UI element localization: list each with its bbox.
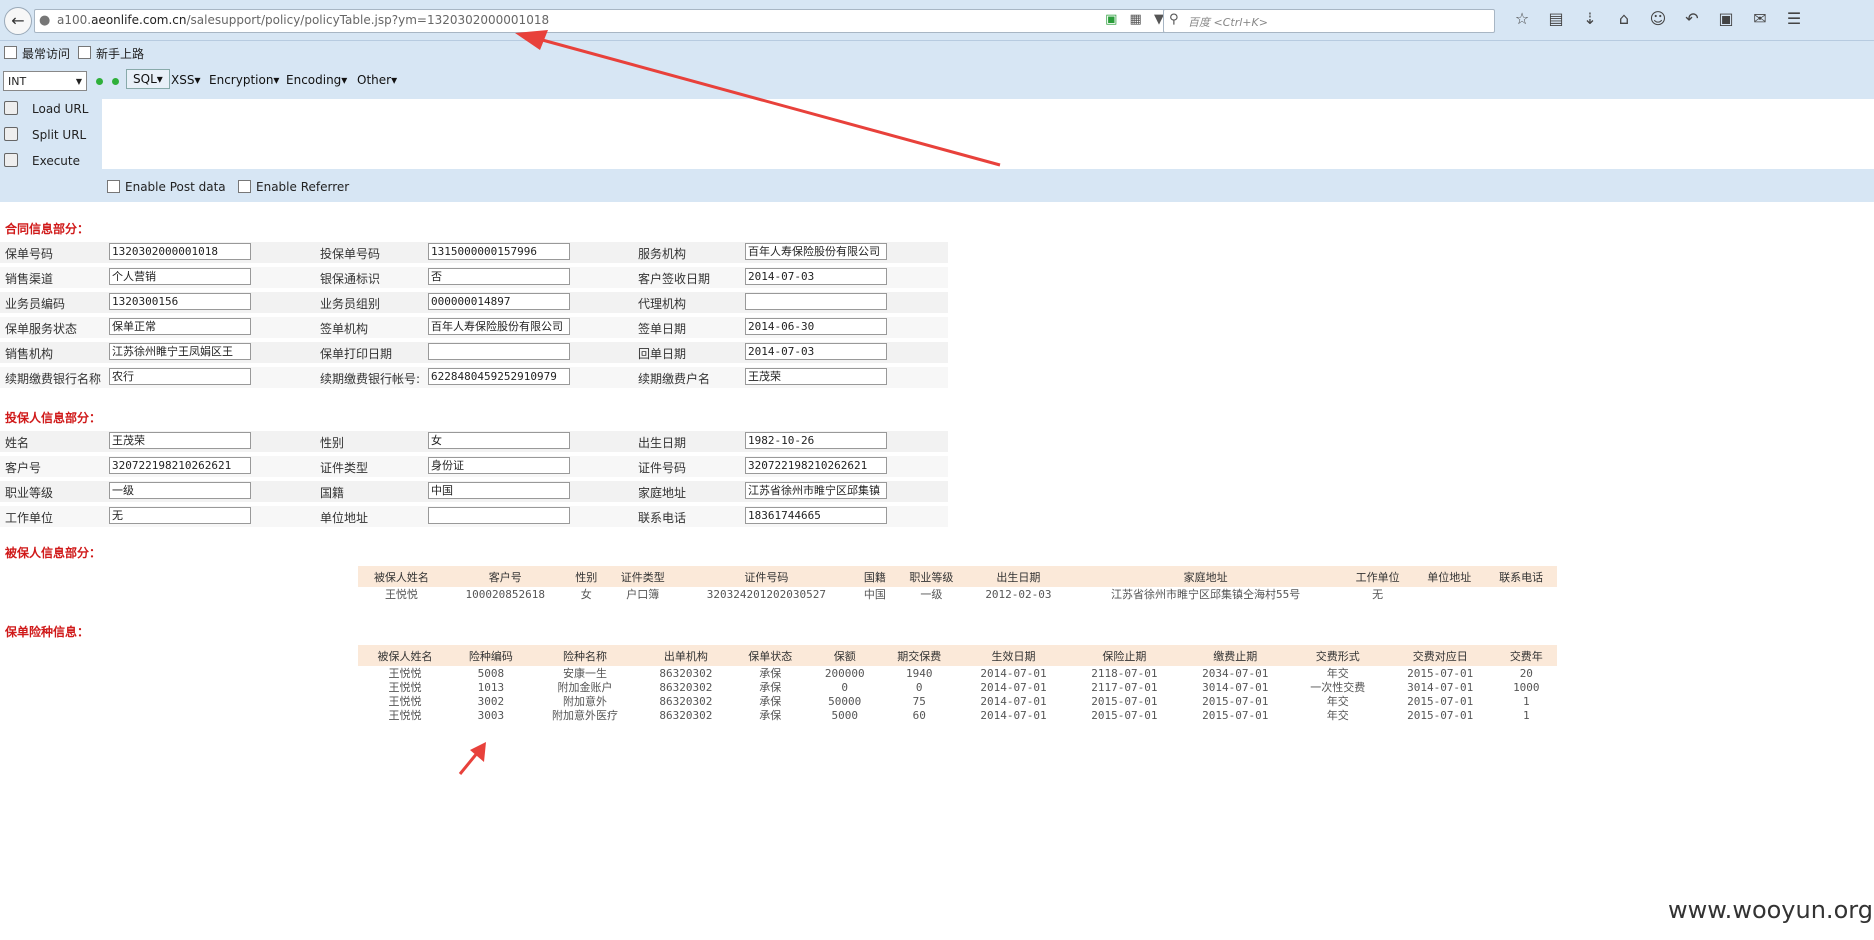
annotation-arrows — [458, 30, 1001, 775]
watermark: www.wooyun.org — [1668, 896, 1873, 924]
arrow-head-url — [515, 30, 548, 50]
arrow-to-table — [458, 751, 480, 775]
arrow-to-url — [534, 36, 1001, 167]
